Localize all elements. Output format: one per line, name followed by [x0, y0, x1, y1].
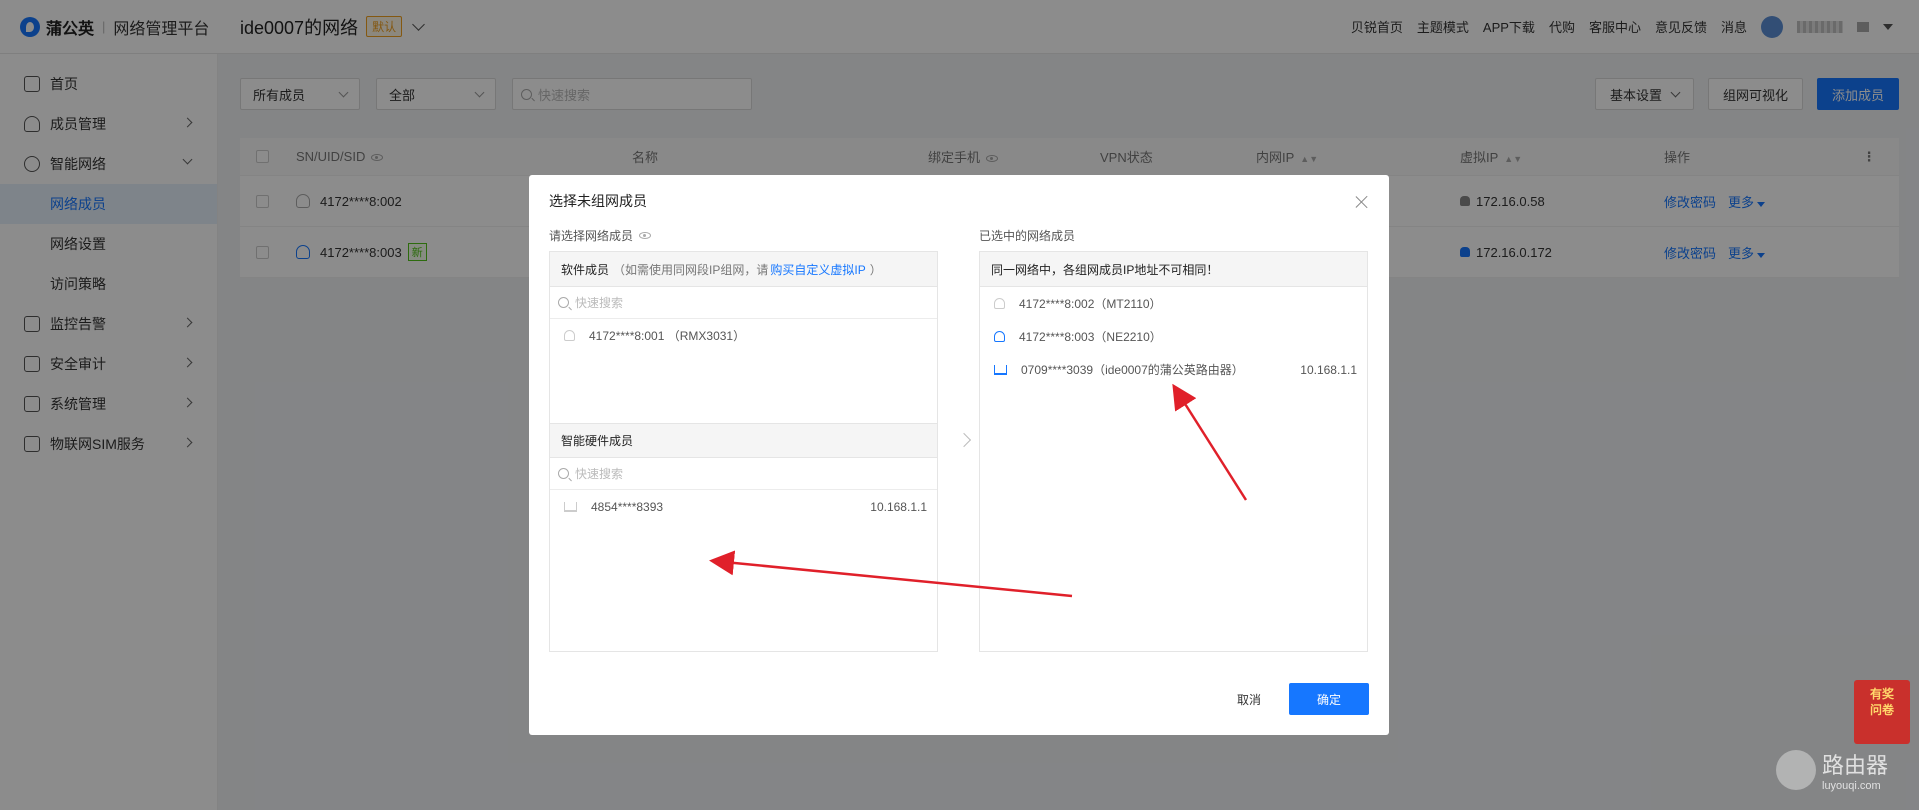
user-icon: [994, 298, 1005, 309]
list-item[interactable]: 0709****3039（ide0007的蒲公英路由器） 10.168.1.1: [980, 353, 1367, 386]
list-item[interactable]: 4172****8:001 （RMX3031）: [550, 319, 937, 352]
available-members-panel: 软件成员 （如需使用同网段IP组网，请 购买自定义虚拟IP ） 快速搜索 417…: [549, 251, 938, 652]
search-icon: [558, 468, 569, 479]
hardware-search-input[interactable]: 快速搜索: [550, 458, 937, 490]
cancel-button[interactable]: 取消: [1209, 683, 1289, 715]
software-members-header: 软件成员 （如需使用同网段IP组网，请 购买自定义虚拟IP ）: [550, 252, 937, 287]
survey-promo[interactable]: 有奖 问卷: [1854, 680, 1910, 744]
buy-virtual-ip-link[interactable]: 购买自定义虚拟IP: [770, 261, 865, 278]
right-column-label: 已选中的网络成员: [979, 229, 1076, 243]
selected-members-panel: 同一网络中，各组网成员IP地址不可相同！ 4172****8:002（MT211…: [979, 251, 1368, 652]
router-logo-icon: [1776, 750, 1816, 790]
left-column-label: 请选择网络成员: [549, 227, 652, 244]
search-icon: [558, 297, 569, 308]
confirm-button[interactable]: 确定: [1289, 683, 1369, 715]
list-item[interactable]: 4172****8:003（NE2210）: [980, 320, 1367, 353]
ip-notice: 同一网络中，各组网成员IP地址不可相同！: [980, 252, 1367, 287]
user-icon: [994, 331, 1005, 342]
eye-icon[interactable]: [639, 232, 652, 239]
router-icon: [994, 364, 1007, 375]
chevron-right-icon[interactable]: [956, 432, 972, 448]
software-search-input[interactable]: 快速搜索: [550, 287, 937, 319]
close-icon[interactable]: [1355, 195, 1369, 209]
router-icon: [564, 501, 577, 512]
user-icon: [564, 330, 575, 341]
list-item[interactable]: 4854****8393 10.168.1.1: [550, 490, 937, 523]
hardware-members-header: 智能硬件成员: [550, 423, 937, 458]
watermark: 路由器 luyouqi.com: [1776, 748, 1888, 792]
select-members-modal: 选择未组网成员 请选择网络成员 已选中的网络成员 软件成员 （如需使用同网段IP…: [529, 175, 1389, 735]
list-item[interactable]: 4172****8:002（MT2110）: [980, 287, 1367, 320]
modal-title: 选择未组网成员: [549, 193, 647, 209]
